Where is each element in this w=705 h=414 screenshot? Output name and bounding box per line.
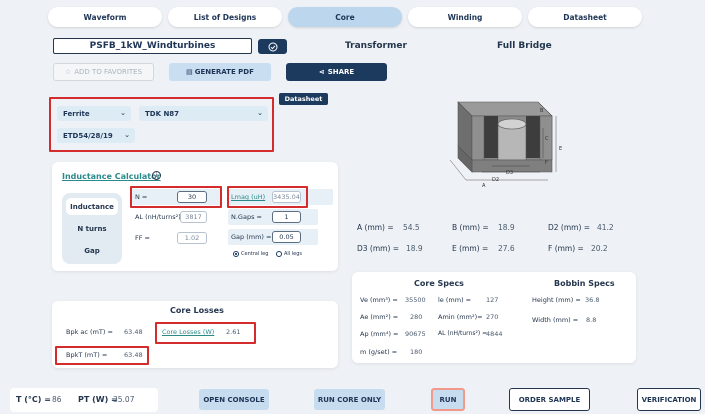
all-legs-radio[interactable]: All legs	[276, 251, 302, 257]
ff-value: 1.02	[177, 232, 207, 244]
dim-d3-label: D3 (mm) =	[357, 244, 400, 253]
design-name-field[interactable]: PSFB_1kW_Windturbines	[53, 38, 252, 54]
core-3d-diagram: B C D3 D2 A E F	[449, 101, 562, 189]
info-icon[interactable]: i	[152, 171, 161, 180]
mass-label: m (g/set) =	[360, 348, 398, 356]
dim-d3-value: 18.9	[406, 244, 423, 253]
pdf-file-icon: ▤	[186, 68, 193, 76]
central-leg-radio[interactable]: Central leg	[233, 251, 268, 257]
diagram-label-b: B	[540, 108, 544, 114]
mode-gap[interactable]: Gap	[66, 242, 118, 259]
diagram-label-c: C	[545, 136, 549, 142]
share-button[interactable]: ⋖ SHARE	[286, 63, 387, 81]
ae-value: 280	[410, 313, 423, 321]
dim-f-label: F (mm) =	[548, 244, 584, 253]
ve-label: Ve (mm³) =	[360, 296, 398, 304]
ap-value: 90675	[405, 330, 426, 338]
tab-datasheet[interactable]: Datasheet	[528, 7, 642, 27]
check-circle-icon	[268, 42, 277, 51]
verification-button[interactable]: VERIFICATION	[637, 388, 701, 411]
confirm-name-button[interactable]	[258, 39, 287, 54]
datasheet-button[interactable]: Datasheet	[279, 93, 328, 105]
tab-list-of-designs[interactable]: List of Designs	[168, 7, 282, 27]
bobbin-height-value: 36.8	[585, 296, 600, 304]
pdf-label: GENERATE PDF	[194, 68, 254, 76]
amin-label: Amin (mm²)=	[438, 313, 483, 321]
mode-inductance[interactable]: Inductance	[66, 198, 118, 215]
dim-e-value: 27.6	[498, 244, 515, 253]
lmag-highlight-box	[227, 186, 308, 208]
generate-pdf-button[interactable]: ▤ GENERATE PDF	[169, 63, 271, 81]
open-console-button[interactable]: OPEN CONSOLE	[199, 389, 269, 410]
bobbin-height-label: Height (mm) =	[532, 296, 581, 304]
tab-winding[interactable]: Winding	[408, 7, 522, 27]
radio-checked-icon	[233, 251, 239, 257]
ve-value: 35500	[405, 296, 426, 304]
al-core-label: AL (nH/turns²) =	[438, 330, 488, 337]
bobbin-width-value: 8.8	[586, 316, 597, 324]
bpk-ac-label: Bpk ac (mT) =	[66, 328, 113, 336]
core-specs-title: Core Specs	[414, 279, 464, 288]
tab-waveform[interactable]: Waveform	[48, 7, 162, 27]
core-losses-title: Core Losses	[170, 306, 224, 315]
al-value: 3817	[180, 211, 207, 223]
dim-a-value: 54.5	[403, 223, 420, 232]
diagram-label-e: E	[559, 146, 562, 152]
ngaps-label: N.Gaps =	[231, 213, 262, 221]
design-type: Transformer	[345, 41, 407, 51]
le-label: le (mm) =	[438, 296, 472, 304]
favorites-label: ADD TO FAVORITES	[74, 68, 143, 76]
temperature-label: T (°C) =	[16, 395, 51, 404]
tab-core[interactable]: Core	[288, 7, 402, 27]
total-power-label: PT (W) =	[78, 395, 118, 404]
diagram-label-a: A	[482, 183, 486, 189]
gap-label: Gap (mm) =	[231, 233, 272, 241]
diagram-label-d2: D2	[492, 177, 499, 183]
n-turns-highlight-box	[130, 186, 222, 208]
ff-label: FF =	[135, 234, 150, 242]
ngaps-input[interactable]: 1	[272, 211, 301, 223]
bpkt-highlight-box	[55, 346, 149, 365]
add-to-favorites-button[interactable]: ☆ ADD TO FAVORITES	[53, 63, 154, 81]
dim-e-label: E (mm) =	[452, 244, 489, 253]
dim-a-label: A (mm) =	[357, 223, 394, 232]
ae-label: Ae (mm²) =	[360, 313, 399, 321]
inductance-calculator-title[interactable]: Inductance Calculator	[62, 172, 161, 181]
dim-b-value: 18.9	[498, 223, 515, 232]
dim-d2-value: 41.2	[597, 223, 614, 232]
diagram-label-f: F	[545, 160, 548, 166]
mass-value: 180	[410, 348, 423, 356]
total-power-value: 35.07	[113, 395, 135, 404]
share-label: SHARE	[327, 68, 355, 76]
central-leg-label: Central leg	[241, 251, 269, 257]
dim-f-value: 20.2	[591, 244, 608, 253]
order-sample-button[interactable]: ORDER SAMPLE	[509, 388, 590, 411]
mode-n-turns[interactable]: N turns	[66, 220, 118, 237]
radio-unchecked-icon	[276, 251, 282, 257]
gap-input[interactable]: 0.05	[272, 231, 301, 243]
bobbin-width-label: Width (mm) =	[532, 316, 579, 324]
bobbin-specs-title: Bobbin Specs	[554, 279, 615, 288]
dim-b-label: B (mm) =	[452, 223, 489, 232]
run-button[interactable]: RUN	[431, 388, 465, 411]
temperature-value: 86	[52, 395, 62, 404]
design-topology: Full Bridge	[497, 41, 552, 51]
le-value: 127	[486, 296, 499, 304]
diagram-label-d3: D3	[506, 170, 513, 176]
bpk-ac-value: 63.48	[124, 328, 143, 336]
ap-label: Ap (mm⁴) =	[360, 330, 399, 338]
al-core-value: 4844	[486, 330, 503, 338]
all-legs-label: All legs	[284, 251, 303, 257]
amin-value: 270	[486, 313, 499, 321]
share-icon: ⋖	[318, 68, 325, 76]
star-icon: ☆	[64, 68, 72, 76]
core-losses-highlight-box	[155, 322, 256, 344]
material-highlight-box	[49, 97, 274, 152]
dim-d2-label: D2 (mm) =	[548, 223, 591, 232]
run-core-only-button[interactable]: RUN CORE ONLY	[314, 389, 385, 410]
